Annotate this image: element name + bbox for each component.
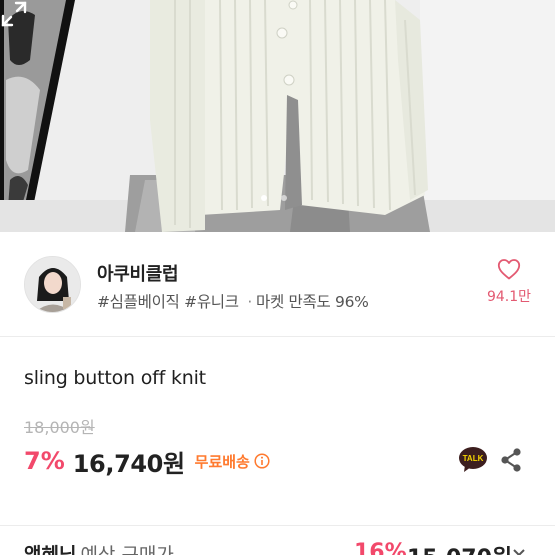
image-pager[interactable]	[261, 195, 287, 201]
expand-icon[interactable]	[0, 0, 28, 28]
tag-simple-basic[interactable]: #심플베이직	[97, 293, 180, 311]
product-title: sling button off knit	[24, 367, 206, 389]
info-icon[interactable]	[254, 453, 270, 469]
kakao-talk-button[interactable]: TALK	[458, 446, 488, 474]
discount-rate: 7%	[24, 447, 65, 475]
product-hero-image[interactable]	[0, 0, 555, 232]
seller-tags: #심플베이직 #유니크 · 마켓 만족도 96%	[97, 290, 369, 312]
pager-dot[interactable]	[281, 195, 287, 201]
app-discount-rate: 16%	[354, 540, 407, 555]
pager-dot-active[interactable]	[261, 195, 267, 201]
seller-name[interactable]: 아쿠비클럽	[97, 260, 179, 286]
tag-separator: ·	[247, 293, 252, 311]
section-divider	[0, 525, 555, 526]
app-price: 15,070원	[407, 540, 512, 555]
free-shipping-badge: 무료배송	[194, 452, 250, 471]
seller-section: 아쿠비클럽 #심플베이직 #유니크 · 마켓 만족도 96% 94.1만	[0, 232, 555, 337]
kakao-talk-label: TALK	[463, 454, 484, 463]
app-price-row[interactable]: 앱혜닝예상 구매가 16% 15,070원	[24, 540, 544, 555]
market-satisfaction: 마켓 만족도 96%	[256, 293, 369, 311]
avatar[interactable]	[24, 256, 81, 313]
app-price-label: 앱혜닝	[24, 544, 77, 555]
heart-icon	[497, 259, 521, 280]
share-icon	[501, 448, 521, 472]
price-row: 7% 16,740원 무료배송	[24, 446, 270, 478]
chevron-down-icon[interactable]	[512, 546, 526, 555]
like-button[interactable]: 94.1만	[480, 258, 538, 306]
like-count: 94.1만	[486, 289, 532, 305]
expected-price-label: 예상 구매가	[80, 544, 174, 555]
share-button[interactable]	[499, 447, 523, 473]
tag-unique[interactable]: #유니크	[184, 293, 239, 311]
kakao-talk-icon: TALK	[459, 447, 487, 472]
original-price: 18,000원	[24, 418, 95, 437]
avatar-image	[25, 257, 80, 312]
sale-price: 16,740원	[72, 449, 185, 478]
